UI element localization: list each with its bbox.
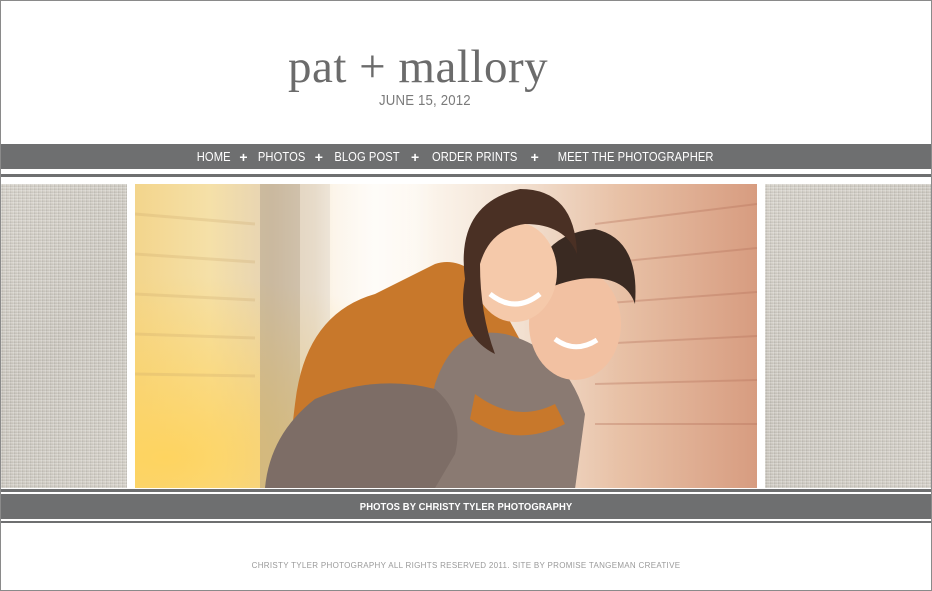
- linen-panel-left: [1, 184, 127, 488]
- main-nav: HOME + PHOTOS + BLOG POST + ORDER PRINTS…: [1, 144, 931, 169]
- divider-rule: [1, 489, 931, 492]
- divider-rule: [1, 174, 931, 177]
- photo-credit[interactable]: PHOTOS BY CHRISTY TYLER PHOTOGRAPHY: [360, 501, 572, 513]
- hero-photo: [135, 184, 757, 488]
- nav-separator: +: [314, 148, 323, 165]
- site-title[interactable]: pat + mallory: [288, 44, 548, 91]
- divider-rule: [1, 521, 931, 523]
- nav-photos[interactable]: PHOTOS: [257, 149, 305, 164]
- event-date: JUNE 15, 2012: [379, 92, 471, 109]
- nav-separator: +: [530, 148, 539, 165]
- photo-credit-bar: PHOTOS BY CHRISTY TYLER PHOTOGRAPHY: [1, 494, 931, 519]
- nav-separator: +: [239, 148, 248, 165]
- nav-blog-post[interactable]: BLOG POST: [334, 149, 399, 164]
- linen-panel-right: [765, 184, 931, 488]
- nav-order-prints[interactable]: ORDER PRINTS: [432, 149, 518, 164]
- nav-meet-the-photographer[interactable]: MEET THE PHOTOGRAPHER: [558, 149, 714, 164]
- copyright-text: CHRISTY TYLER PHOTOGRAPHY ALL RIGHTS RES…: [251, 561, 681, 570]
- site-header: pat + mallory JUNE 15, 2012: [0, 0, 932, 144]
- nav-home[interactable]: HOME: [197, 149, 231, 164]
- nav-separator: +: [411, 148, 420, 165]
